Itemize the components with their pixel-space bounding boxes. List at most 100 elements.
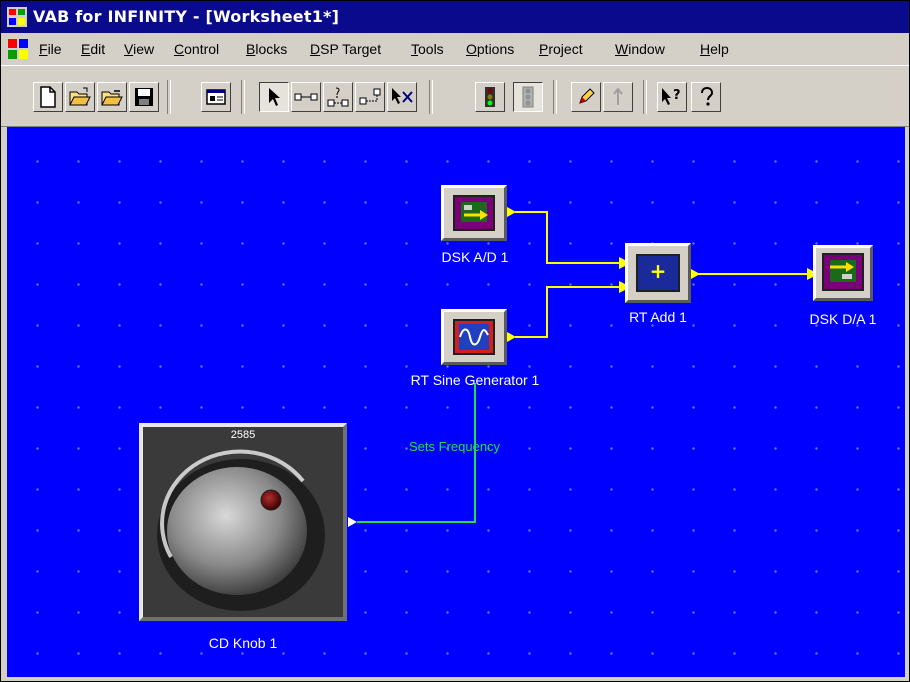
- toolbar-separator: [553, 80, 557, 114]
- open-folder-icon: [69, 87, 91, 106]
- menu-control-mnemonic: C: [174, 41, 185, 57]
- menu-help-label: elp: [710, 41, 729, 57]
- link-button[interactable]: [291, 82, 321, 112]
- worksheet-canvas[interactable]: DSK A/D 1 RT Sine Generator 1 + RT Add 1: [7, 127, 905, 677]
- add-inner-frame: +: [636, 254, 680, 292]
- wire-sine-to-add[interactable]: [515, 286, 619, 338]
- menu-edit-mnemonic: E: [81, 41, 91, 57]
- menu-options-label: ptions: [476, 41, 515, 57]
- dsk-da-icon: [822, 253, 864, 291]
- output-port-add: [691, 269, 700, 279]
- knob-panel[interactable]: 2585: [139, 423, 347, 621]
- pin-icon: [613, 87, 623, 105]
- toolbar-separator: [241, 80, 245, 114]
- menu-options-mnemonic: O: [466, 41, 477, 57]
- output-port-sine: [507, 332, 516, 342]
- menu-window-mnemonic: W: [615, 41, 629, 57]
- add-symbol: +: [649, 259, 667, 283]
- save-button[interactable]: [129, 82, 159, 112]
- context-help-icon: ?: [662, 88, 681, 105]
- menu-options[interactable]: Options: [466, 41, 514, 57]
- menu-edit[interactable]: Edit: [81, 41, 105, 57]
- new-document-icon: [40, 86, 56, 108]
- sine-generator-block-icon[interactable]: [441, 309, 507, 365]
- menu-project-mnemonic: P: [539, 41, 549, 57]
- rt-add-block-icon[interactable]: +: [625, 243, 691, 303]
- save-folder-icon: [101, 90, 123, 106]
- svg-text:?: ?: [673, 88, 681, 103]
- title-bar[interactable]: VAB for INFINITY - [Worksheet1*]: [1, 1, 909, 33]
- menu-blocks-mnemonic: B: [246, 41, 256, 57]
- save-as-button[interactable]: [97, 82, 127, 112]
- help-icon: [701, 86, 714, 106]
- run-button[interactable]: [475, 82, 505, 112]
- menu-view[interactable]: View: [124, 41, 154, 57]
- connect-port-icon: [359, 88, 381, 105]
- rt-add-label: RT Add 1: [629, 309, 687, 325]
- menu-help-mnemonic: H: [700, 41, 711, 57]
- knob-dial-icon[interactable]: [143, 427, 343, 617]
- sine-generator-label: RT Sine Generator 1: [410, 372, 540, 388]
- menu-dsp-target-label: SP Target: [320, 41, 382, 57]
- toolbar: ?: [1, 65, 909, 127]
- toolbar-separator: [429, 80, 433, 114]
- dsk-da-label: DSK D/A 1: [809, 311, 877, 327]
- new-button[interactable]: [33, 82, 63, 112]
- knob-label: CD Knob 1: [208, 635, 278, 651]
- context-help-button[interactable]: ?: [657, 82, 687, 112]
- wire-ad-to-add[interactable]: [515, 211, 619, 264]
- menu-file[interactable]: File: [39, 41, 62, 57]
- menu-tools[interactable]: Tools: [411, 41, 444, 57]
- menu-view-label: iew: [133, 41, 155, 57]
- toolbar-separator: [643, 80, 647, 114]
- open-button[interactable]: [65, 82, 95, 112]
- properties-button[interactable]: [201, 82, 231, 112]
- sets-frequency-label: Sets Frequency: [409, 439, 501, 454]
- output-port-knob: [348, 517, 357, 527]
- output-port-ad: [507, 207, 516, 217]
- menu-window[interactable]: Window: [615, 41, 665, 57]
- help-button[interactable]: [691, 82, 721, 112]
- pin-button[interactable]: [603, 82, 633, 112]
- connect-block-icon: [327, 87, 349, 107]
- connect-block-button[interactable]: [323, 82, 353, 112]
- menu-project[interactable]: Project: [539, 41, 583, 57]
- app-icon: [7, 7, 27, 27]
- menu-bar: File Edit View Control Blocks DSP Target…: [1, 33, 909, 65]
- pointer-button[interactable]: [259, 82, 289, 112]
- document-icon[interactable]: [7, 38, 29, 60]
- menu-file-label: ile: [47, 41, 62, 57]
- dsk-ad-icon: [453, 195, 495, 231]
- menu-help[interactable]: Help: [700, 41, 729, 57]
- menu-control[interactable]: Control: [174, 41, 219, 57]
- stop-button[interactable]: [513, 82, 543, 112]
- dsk-da-block-icon[interactable]: [813, 245, 873, 301]
- menu-view-mnemonic: V: [124, 41, 134, 57]
- properties-icon: [206, 89, 226, 105]
- menu-tools-mnemonic: T: [411, 41, 418, 57]
- menu-dsp-target-mnemonic: D: [310, 41, 321, 57]
- toolbar-separator: [167, 80, 171, 114]
- window-title: VAB for INFINITY - [Worksheet1*]: [33, 7, 340, 26]
- dsk-ad-label: DSK A/D 1: [441, 249, 509, 265]
- menu-file-mnemonic: F: [39, 41, 48, 57]
- menu-tools-label: ools: [418, 41, 444, 57]
- menu-control-label: ontrol: [184, 41, 220, 57]
- edit-button[interactable]: [571, 82, 601, 112]
- save-disk-icon: [135, 88, 153, 106]
- menu-dsp-target[interactable]: DSP Target: [310, 41, 381, 57]
- application-window: VAB for INFINITY - [Worksheet1*] File Ed…: [0, 0, 910, 682]
- link-icon: [294, 93, 318, 101]
- pencil-icon: [579, 88, 595, 104]
- dsk-ad-block-icon[interactable]: [441, 185, 507, 241]
- connect-port-button[interactable]: [355, 82, 385, 112]
- sine-wave-icon: [453, 319, 495, 355]
- run-traffic-light-icon: [485, 87, 495, 107]
- menu-edit-label: dit: [90, 41, 106, 57]
- delete-link-button[interactable]: [387, 82, 417, 112]
- menu-blocks[interactable]: Blocks: [246, 41, 287, 57]
- stop-icon: [522, 86, 534, 108]
- pointer-icon: [269, 88, 280, 106]
- delete-link-icon: [392, 88, 413, 104]
- menu-blocks-label: locks: [255, 41, 288, 57]
